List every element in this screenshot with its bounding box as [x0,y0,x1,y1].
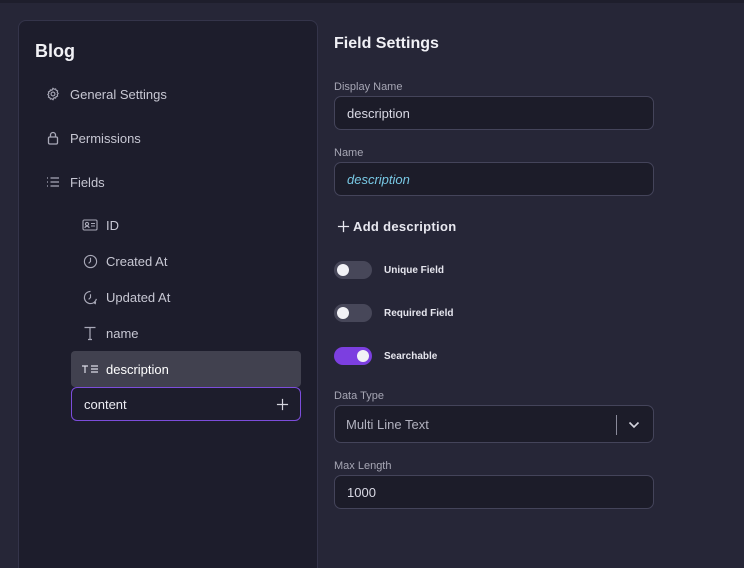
field-label: description [106,361,169,377]
add-description-button[interactable]: Add description [336,219,456,234]
list-icon [45,174,61,190]
field-item-description[interactable]: description [71,351,301,387]
display-name-field[interactable]: description [334,96,654,130]
name-label: Name [334,147,364,159]
clock-refresh-icon [81,289,99,305]
field-item-updated-at[interactable]: Updated At [71,279,301,315]
text-icon [81,325,99,341]
field-label: ID [106,217,119,233]
nav-permissions[interactable]: Permissions [45,128,141,148]
nav-label: Fields [70,174,105,190]
data-type-select[interactable]: Multi Line Text [334,405,654,443]
field-item-name[interactable]: name [71,315,301,351]
new-field-input[interactable] [84,396,274,412]
nav-label: General Settings [70,86,167,102]
field-label: name [106,325,139,341]
data-type-label: Data Type [334,390,384,402]
gear-icon [45,86,61,102]
sidebar-title: Blog [35,41,75,61]
clock-icon [81,253,99,269]
add-description-label: Add description [353,219,457,234]
searchable-toggle-row[interactable]: Searchable [334,347,437,365]
field-label: Updated At [106,289,171,305]
field-item-created-at[interactable]: Created At [71,243,301,279]
name-field[interactable]: description [334,162,654,196]
unique-field-toggle[interactable] [334,261,372,279]
field-item-id[interactable]: ID [71,207,301,243]
nav-fields[interactable]: Fields [45,172,105,192]
field-label: Created At [106,253,168,269]
plus-icon[interactable] [274,396,290,412]
plus-icon [336,220,350,234]
searchable-label: Searchable [384,350,438,362]
data-type-value: Multi Line Text [346,416,429,432]
required-field-toggle[interactable] [334,304,372,322]
unique-field-toggle-row[interactable]: Unique Field [334,261,444,279]
sidebar: Blog General Settings Permissions Fields [18,20,318,568]
chevron-down-icon[interactable] [627,419,641,431]
required-field-toggle-row[interactable]: Required Field [334,304,453,322]
text-lines-icon [81,361,99,377]
display-name-label: Display Name [334,81,403,93]
top-border [0,0,744,3]
max-length-label: Max Length [334,460,392,472]
new-field-input-container[interactable] [71,387,301,421]
nav-label: Permissions [70,130,141,146]
nav-general-settings[interactable]: General Settings [45,84,167,104]
searchable-toggle[interactable] [334,347,372,365]
unique-field-label: Unique Field [384,264,444,276]
required-field-label: Required Field [384,307,454,319]
lock-icon [45,130,61,146]
id-card-icon [81,217,99,233]
page-title: Field Settings [334,35,439,52]
select-divider [616,415,617,435]
max-length-field[interactable]: 1000 [334,475,654,509]
